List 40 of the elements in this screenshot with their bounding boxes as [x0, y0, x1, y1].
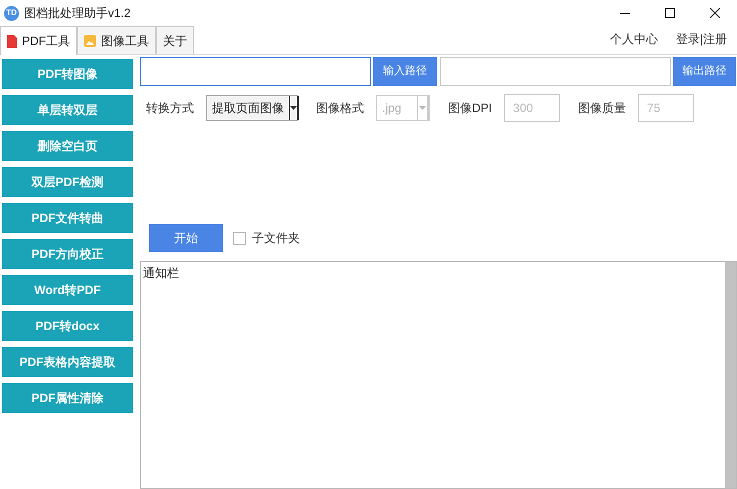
number-field[interactable]: 300: [504, 94, 560, 122]
tab[interactable]: 关于: [156, 26, 194, 54]
tab[interactable]: PDF工具: [0, 26, 77, 55]
option-label: 图像格式: [316, 100, 364, 117]
sidebar-item[interactable]: 双层PDF检测: [2, 167, 133, 197]
sidebar-item[interactable]: PDF文件转曲: [2, 203, 133, 233]
subfolder-label: 子文件夹: [252, 230, 300, 247]
input-path-field[interactable]: [140, 57, 371, 86]
image-icon: [84, 34, 96, 46]
caret-icon: [290, 106, 297, 110]
number-field[interactable]: 75: [638, 94, 694, 122]
sidebar-item[interactable]: 删除空白页: [2, 131, 133, 161]
sidebar-item[interactable]: PDF方向校正: [2, 239, 133, 269]
app-logo: TD: [4, 6, 19, 20]
sidebar-item[interactable]: PDF表格内容提取: [2, 347, 133, 377]
start-button[interactable]: 开始: [149, 224, 223, 252]
caret-icon: [419, 106, 426, 110]
output-path-button[interactable]: 输出路径: [673, 57, 736, 86]
subfolder-checkbox[interactable]: [233, 232, 246, 244]
header-link[interactable]: 登录|注册: [676, 30, 727, 48]
sidebar-item[interactable]: Word转PDF: [2, 275, 133, 305]
window-title: 图档批处理助手v1.2: [24, 5, 131, 22]
output-path-field[interactable]: [440, 57, 671, 86]
maximize-icon: [664, 8, 674, 18]
pdf-file-icon: [7, 34, 17, 48]
minimize-icon: [620, 12, 630, 14]
option-label: 图像DPI: [448, 100, 492, 117]
close-icon: [710, 8, 720, 18]
sidebar-item[interactable]: PDF转docx: [2, 311, 133, 341]
sidebar-item[interactable]: 单层转双层: [2, 95, 133, 125]
sidebar-item[interactable]: PDF属性清除: [2, 383, 133, 413]
dropdown[interactable]: 提取页面图像: [206, 95, 298, 121]
input-path-button[interactable]: 输入路径: [373, 57, 437, 86]
header-link[interactable]: 个人中心: [610, 30, 658, 48]
tab[interactable]: 图像工具: [77, 26, 156, 54]
option-label: 转换方式: [146, 100, 194, 117]
scrollbar[interactable]: [725, 262, 736, 488]
sidebar-item[interactable]: PDF转图像: [2, 59, 133, 89]
option-label: 图像质量: [578, 100, 626, 117]
notification-text: 通知栏: [142, 265, 180, 282]
